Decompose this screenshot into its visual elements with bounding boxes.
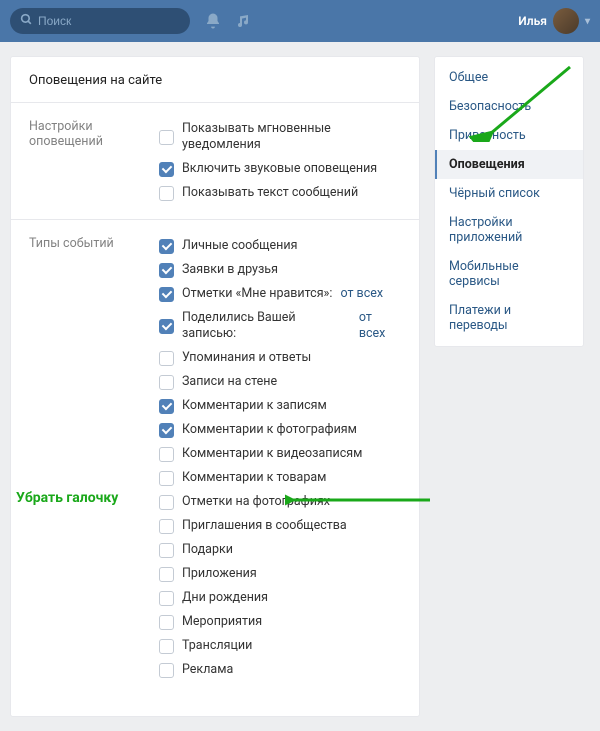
sidebar-item[interactable]: Приватность: [435, 121, 583, 150]
search-icon: [20, 13, 33, 30]
search-wrap: [10, 8, 190, 34]
checkbox-label: Отметки на фотографиях: [182, 494, 330, 510]
checkbox[interactable]: [159, 399, 174, 414]
checkbox[interactable]: [159, 615, 174, 630]
event-type-row[interactable]: Комментарии к записям: [159, 394, 401, 418]
checkbox[interactable]: [159, 263, 174, 278]
checkbox[interactable]: [159, 239, 174, 254]
event-type-row[interactable]: Комментарии к товарам: [159, 466, 401, 490]
checkbox[interactable]: [159, 351, 174, 366]
checkbox[interactable]: [159, 423, 174, 438]
event-type-row[interactable]: Комментарии к фотографиям: [159, 418, 401, 442]
checkbox[interactable]: [159, 186, 174, 201]
checkbox-label: Заявки в друзья: [182, 262, 278, 278]
event-type-row[interactable]: Личные сообщения: [159, 234, 401, 258]
user-name: Илья: [518, 14, 547, 28]
section-body: Показывать мгновенные уведомления Включит…: [159, 117, 401, 205]
checkbox[interactable]: [159, 319, 174, 334]
sidebar-item[interactable]: Мобильные сервисы: [435, 252, 583, 296]
checkbox[interactable]: [159, 543, 174, 558]
event-type-row[interactable]: Упоминания и ответы: [159, 346, 401, 370]
event-type-row[interactable]: Заявки в друзья: [159, 258, 401, 282]
event-type-row[interactable]: Приглашения в сообщества: [159, 514, 401, 538]
event-type-row[interactable]: Мероприятия: [159, 610, 401, 634]
notif-row[interactable]: Показывать текст сообщений: [159, 181, 401, 205]
sidebar-item[interactable]: Чёрный список: [435, 179, 583, 208]
event-type-row[interactable]: Комментарии к видеозаписям: [159, 442, 401, 466]
sidebar-item[interactable]: Оповещения: [435, 150, 583, 179]
filter-link[interactable]: от всех: [359, 310, 401, 342]
event-type-row[interactable]: Подарки: [159, 538, 401, 562]
event-type-row[interactable]: Дни рождения: [159, 586, 401, 610]
event-type-row[interactable]: Отметки «Мне нравится»: от всех: [159, 282, 401, 306]
event-type-row[interactable]: Отметки на фотографиях: [159, 490, 401, 514]
checkbox-label: Упоминания и ответы: [182, 350, 311, 366]
checkbox[interactable]: [159, 495, 174, 510]
event-type-row[interactable]: Поделились Вашей записью: от всех: [159, 306, 401, 346]
checkbox[interactable]: [159, 375, 174, 390]
topbar: Илья ▾: [0, 0, 600, 42]
section-body: Личные сообщения Заявки в друзья Отметки «…: [159, 234, 401, 682]
sidebar-item[interactable]: Платежи и переводы: [435, 296, 583, 340]
settings-panel: Оповещения на сайте Настройки оповещений…: [10, 56, 420, 717]
checkbox[interactable]: [159, 162, 174, 177]
notif-row[interactable]: Показывать мгновенные уведомления: [159, 117, 401, 157]
checkbox[interactable]: [159, 567, 174, 582]
sidebar-item[interactable]: Безопасность: [435, 92, 583, 121]
event-type-row[interactable]: Приложения: [159, 562, 401, 586]
sidebar-item[interactable]: Настройки приложений: [435, 208, 583, 252]
panel-title: Оповещения на сайте: [11, 73, 419, 102]
section-label: Настройки оповещений: [29, 117, 159, 205]
checkbox[interactable]: [159, 471, 174, 486]
checkbox-label: Приглашения в сообщества: [182, 518, 347, 534]
settings-nav: ОбщееБезопасностьПриватностьОповещенияЧё…: [434, 56, 584, 347]
checkbox-label: Приложения: [182, 566, 257, 582]
checkbox-label: Комментарии к видеозаписям: [182, 446, 362, 462]
bell-icon[interactable]: [204, 12, 222, 30]
search-input[interactable]: [10, 8, 190, 34]
checkbox[interactable]: [159, 287, 174, 302]
checkbox[interactable]: [159, 447, 174, 462]
checkbox-label: Записи на стене: [182, 374, 277, 390]
user-menu[interactable]: Илья ▾: [518, 8, 590, 34]
checkbox-label: Реклама: [182, 662, 233, 678]
checkbox-label: Подарки: [182, 542, 233, 558]
checkbox-label: Комментарии к записям: [182, 398, 327, 414]
page: Оповещения на сайте Настройки оповещений…: [0, 42, 600, 731]
checkbox-label: Поделились Вашей записью:: [182, 310, 351, 342]
event-type-row[interactable]: Записи на стене: [159, 370, 401, 394]
checkbox-label: Комментарии к товарам: [182, 470, 326, 486]
notif-row[interactable]: Включить звуковые оповещения: [159, 157, 401, 181]
checkbox-label: Дни рождения: [182, 590, 268, 606]
checkbox-label: Трансляции: [182, 638, 252, 654]
section-notification-settings: Настройки оповещений Показывать мгновенн…: [11, 102, 419, 219]
checkbox[interactable]: [159, 663, 174, 678]
checkbox[interactable]: [159, 130, 174, 145]
section-label: Типы событий: [29, 234, 159, 682]
checkbox-label: Включить звуковые оповещения: [182, 161, 377, 177]
avatar: [553, 8, 579, 34]
chevron-down-icon: ▾: [585, 16, 590, 27]
event-type-row[interactable]: Трансляции: [159, 634, 401, 658]
checkbox-label: Комментарии к фотографиям: [182, 422, 357, 438]
checkbox-label: Показывать мгновенные уведомления: [182, 121, 401, 153]
section-event-types: Типы событий Личные сообщения Заявки в др…: [11, 219, 419, 696]
sidebar-item[interactable]: Общее: [435, 63, 583, 92]
checkbox[interactable]: [159, 519, 174, 534]
checkbox[interactable]: [159, 591, 174, 606]
checkbox-label: Отметки «Мне нравится»:: [182, 286, 332, 302]
checkbox-label: Личные сообщения: [182, 238, 297, 254]
music-icon[interactable]: [236, 13, 252, 29]
checkbox-label: Мероприятия: [182, 614, 262, 630]
checkbox-label: Показывать текст сообщений: [182, 185, 358, 201]
checkbox[interactable]: [159, 639, 174, 654]
filter-link[interactable]: от всех: [340, 286, 383, 302]
event-type-row[interactable]: Реклама: [159, 658, 401, 682]
